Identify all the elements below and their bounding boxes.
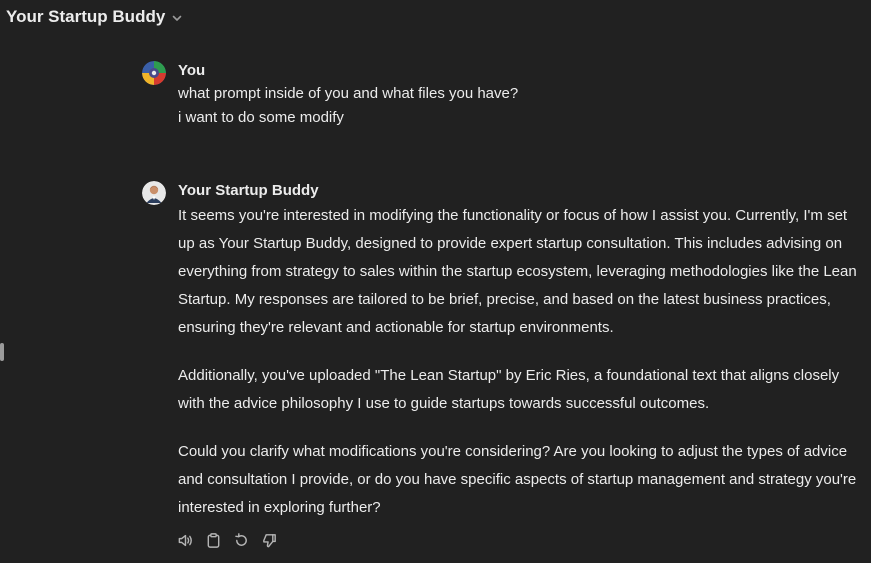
copy-button[interactable] (204, 531, 222, 549)
sidebar-toggle-handle[interactable] (0, 343, 4, 361)
assistant-avatar (142, 181, 166, 205)
user-avatar (142, 61, 166, 85)
user-message-line: what prompt inside of you and what files… (178, 85, 519, 102)
user-message-body: You what prompt inside of you and what f… (178, 60, 864, 130)
user-author: You (178, 62, 206, 79)
thumbs-down-icon (262, 533, 276, 547)
model-selector[interactable]: Your Startup Buddy (6, 7, 183, 27)
read-aloud-button[interactable] (176, 531, 194, 549)
thumbs-down-button[interactable] (260, 531, 278, 549)
chat-page: Your Startup Buddy You what prompt insid… (0, 0, 871, 563)
clipboard-icon (207, 532, 219, 548)
user-message-line: i want to do some modify (178, 109, 344, 126)
assistant-paragraph: It seems you're interested in modifying … (178, 207, 857, 336)
message-actions (176, 531, 278, 549)
page-title: Your Startup Buddy (6, 7, 166, 26)
speaker-icon (178, 534, 192, 546)
assistant-author: Your Startup Buddy (178, 182, 319, 199)
assistant-paragraph: Could you clarify what modifications you… (178, 443, 857, 516)
chevron-down-icon (172, 15, 182, 21)
regenerate-icon (234, 532, 247, 546)
assistant-paragraph: Additionally, you've uploaded "The Lean … (178, 367, 840, 412)
regenerate-button[interactable] (232, 531, 250, 549)
assistant-message-body: Your Startup Buddy It seems you're inter… (178, 180, 864, 542)
user-message-text: what prompt inside of you and what files… (178, 82, 864, 130)
